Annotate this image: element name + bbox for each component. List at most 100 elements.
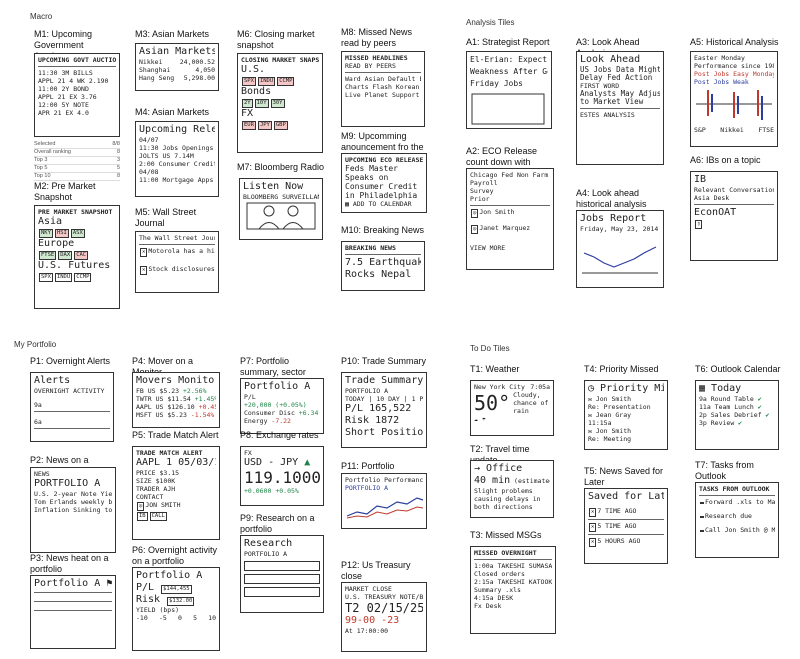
tile-p5[interactable]: P5: Trade Match Alert TRADE MATCH ALERT … [132, 430, 224, 542]
research-item[interactable] [244, 561, 320, 571]
checkbox[interactable] [700, 516, 704, 518]
news-item[interactable]: ✕Stock disclosures breach about $160 [139, 265, 215, 275]
tile-t6[interactable]: T6: Outlook Calendar ▦ Today 9a Round Ta… [695, 364, 781, 454]
sketch-line: 11:30 Jobs Openings [139, 144, 214, 152]
tile-a6[interactable]: A6: IBs on a topic IB Relevant Conversat… [690, 155, 782, 265]
event-row[interactable]: 3p Review ✔ [699, 419, 775, 427]
top5-label: Top 5 [34, 165, 48, 171]
sketch-p8: FX USD - JPY ▲ 119.1000 +0.0600 +0.05% [240, 446, 324, 506]
close-icon[interactable]: ✕ [140, 266, 148, 275]
news-item[interactable]: Inflation Sinking to Slowest Rate [34, 506, 112, 514]
saved-item[interactable]: ✕ 5 TIME AGO [588, 522, 664, 532]
sketch-header: Today [711, 383, 742, 394]
tile-a2[interactable]: A2: ECO Release count down with strategi… [466, 146, 558, 276]
tile-m7[interactable]: M7: Bloomberg Radio Listen Now BLOOMBERG… [237, 162, 325, 242]
research-item[interactable] [244, 574, 320, 584]
arrow-right-icon: → [474, 463, 487, 474]
message-row[interactable]: 1:00a TAKESHI SUMASAKI [474, 562, 552, 570]
ib-button[interactable]: IB [137, 512, 148, 521]
tile-m10[interactable]: M10: Breaking News BREAKING NEWS 7.5 Ear… [341, 225, 427, 295]
cloud-icon: ☁ ☂ [474, 415, 486, 423]
event-row[interactable]: 2p Sales Debrief ✔ [699, 411, 775, 419]
view-more-link[interactable]: VIEW MORE [470, 244, 550, 252]
tile-m9[interactable]: M9: Upcomming anouncement fro the UPCOMI… [341, 131, 431, 216]
sketch-footer[interactable]: ESTES ANALYSIS [580, 111, 660, 119]
news-item[interactable]: Tom Erlands weekly bank dan... [34, 498, 112, 506]
task-item[interactable]: Call Jon Smith @ MBC [699, 526, 775, 534]
tile-m3[interactable]: M3: Asian Markets Asian Markets Nikkei 2… [135, 29, 221, 94]
tile-a1[interactable]: A1: Strategist Report El-Erian: Expect M… [466, 37, 556, 132]
priority-row[interactable]: ✉ Jon Smith [588, 395, 664, 403]
tile-p9[interactable]: P9: Research on a portfolio Research POR… [240, 513, 326, 613]
task-item[interactable]: Research due [699, 512, 775, 520]
sketch-header: IB [694, 174, 707, 185]
research-item[interactable] [244, 587, 320, 597]
event-row[interactable]: 9a Round Table ✔ [699, 395, 775, 403]
tile-a4[interactable]: A4: Look ahead historical analysis Jobs … [576, 188, 668, 292]
priority-row[interactable]: ✉ Jean Gray [588, 411, 664, 419]
tile-p4[interactable]: P4: Mover on a Monitor Movers Monitor A … [132, 356, 224, 428]
tile-title: P10: Trade Summary [341, 356, 427, 366]
mail-icon: ✉ [588, 427, 596, 435]
tile-p11[interactable]: P11: Portfolio Performance Portfolio Per… [341, 461, 431, 531]
headline[interactable]: Charts Flash Korean Bond Sell-Offs [345, 83, 421, 91]
top3-value: 3 [116, 157, 120, 163]
saved-item[interactable]: ✕ 7 TIME AGO [588, 507, 664, 517]
call-button[interactable]: CALL [149, 512, 167, 521]
tile-m1[interactable]: M1: Upcoming Government Auctions UPCOMIN… [34, 29, 120, 181]
tile-m2[interactable]: M2: Pre Market Snapshot PRE MARKET SNAPS… [34, 181, 120, 311]
bond-price: 99-00 -23 [345, 615, 400, 626]
message-sub: Closed orders [474, 570, 525, 578]
tile-p7[interactable]: P7: Portfolio summary, sector leaders an… [240, 356, 326, 436]
summary-row: P/L 165,522 [345, 403, 412, 414]
headline[interactable]: Ward Asian Default Engineers... Bloomber… [345, 75, 421, 83]
strategist-row[interactable]: ◎ Jon Smith [470, 208, 550, 218]
event-row[interactable]: 11a Team Lunch ✔ [699, 403, 775, 411]
mover-row[interactable]: TWTR US $11.54 +1.45% [136, 395, 216, 403]
tile-p8[interactable]: P8: Exchange rates FX USD - JPY ▲ 119.10… [240, 430, 328, 510]
close-icon[interactable]: ✕ [140, 248, 148, 257]
avatar: ◎ [471, 225, 479, 234]
tile-t5[interactable]: T5: News Saved for Later Saved for Later… [584, 466, 672, 566]
mover-row[interactable]: MSFT US $5.23 -1.54% [136, 411, 216, 419]
tile-t4[interactable]: T4: Priority Missed ◷ Priority Missed ✉ … [584, 364, 670, 454]
tile-m8[interactable]: M8: Missed News read by peers MISSED HEA… [341, 27, 427, 127]
task-item[interactable]: Forward .xls to Max [699, 498, 775, 506]
sketch-line: 04/08 [139, 168, 159, 176]
news-item[interactable]: ✕Motorola has a hit in Brazil [139, 247, 215, 257]
mover-row[interactable]: AAPL US $126.10 +0.45% [136, 403, 216, 411]
doc-icon[interactable]: ▯ [694, 219, 774, 229]
strategist-row[interactable]: ◎ Janet Marquez [470, 224, 550, 234]
tile-t7[interactable]: T7: Tasks from Outlook TASKS FROM OUTLOO… [695, 460, 783, 560]
headline[interactable]: Live Planet Support Stream Gets... [345, 91, 421, 99]
tile-p12[interactable]: P12: Us Treasury close MARKET CLOSE U.S.… [341, 560, 431, 652]
sketch-t2: → Office 40 min (estimated) Slight probl… [470, 460, 554, 518]
sketch-header: Listen Now [243, 181, 304, 192]
tile-a5[interactable]: A5: Historical Analysis Easter Monday Pe… [690, 37, 782, 147]
message-row[interactable]: 2:15a TAKESHI KATOOKA [474, 578, 552, 586]
saved-item[interactable]: ✕ 5 HOURS AGO [588, 537, 664, 547]
region-us: U.S. Futures [38, 260, 111, 271]
sketch-p5: TRADE MATCH ALERT AAPL 1 05/03/18 PRICE … [132, 446, 220, 540]
tile-p3[interactable]: P3: News heat on a portfolio Portfolio A… [30, 553, 120, 653]
tile-t2[interactable]: T2: Travel time update → Office 40 min (… [470, 444, 556, 520]
tile-p2[interactable]: P2: News on a Portfolio NEWS PORTFOLIO A… [30, 455, 118, 555]
tile-m4[interactable]: M4: Asian Markets Upcoming Releases 04/0… [135, 107, 221, 202]
tile-t3[interactable]: T3: Missed MSGs MISSED OVERNIGHT 1:00a T… [470, 530, 558, 640]
mover-row[interactable]: FB US $5.23 +2.56% [136, 387, 216, 395]
message-row[interactable]: 4:15a DESK [474, 594, 552, 602]
sketch-header: Asian Markets [139, 46, 215, 57]
tab-row[interactable]: TODAY | 10 DAY | 1 PRM [345, 395, 423, 403]
tile-m6[interactable]: M6: Closing market snapshot CLOSING MARK… [237, 29, 325, 159]
news-item[interactable]: U.S. 2-year Note Yield Climbs... [34, 490, 112, 498]
tile-a3[interactable]: A3: Look Ahead Analysis Look Ahead US Jo… [576, 37, 668, 167]
tile-p10[interactable]: P10: Trade Summary Trade Summary PORTFOL… [341, 356, 431, 448]
add-to-calendar-button[interactable]: ▦ ADD TO CALENDAR [345, 200, 423, 208]
tile-p1[interactable]: P1: Overnight Alerts Alerts OVERNIGHT AC… [30, 356, 116, 446]
tile-m5[interactable]: M5: Wall Street Journal The Wall Street … [135, 207, 221, 297]
checkbox[interactable] [700, 530, 704, 532]
checkbox[interactable] [700, 502, 704, 504]
tile-t1[interactable]: T1: Weather New York City 7:05a 50° Clou… [470, 364, 556, 438]
priority-row[interactable]: ✉ Jon Smith [588, 427, 664, 435]
tile-p6[interactable]: P6: Overnight activity on a portfolio Po… [132, 545, 224, 653]
